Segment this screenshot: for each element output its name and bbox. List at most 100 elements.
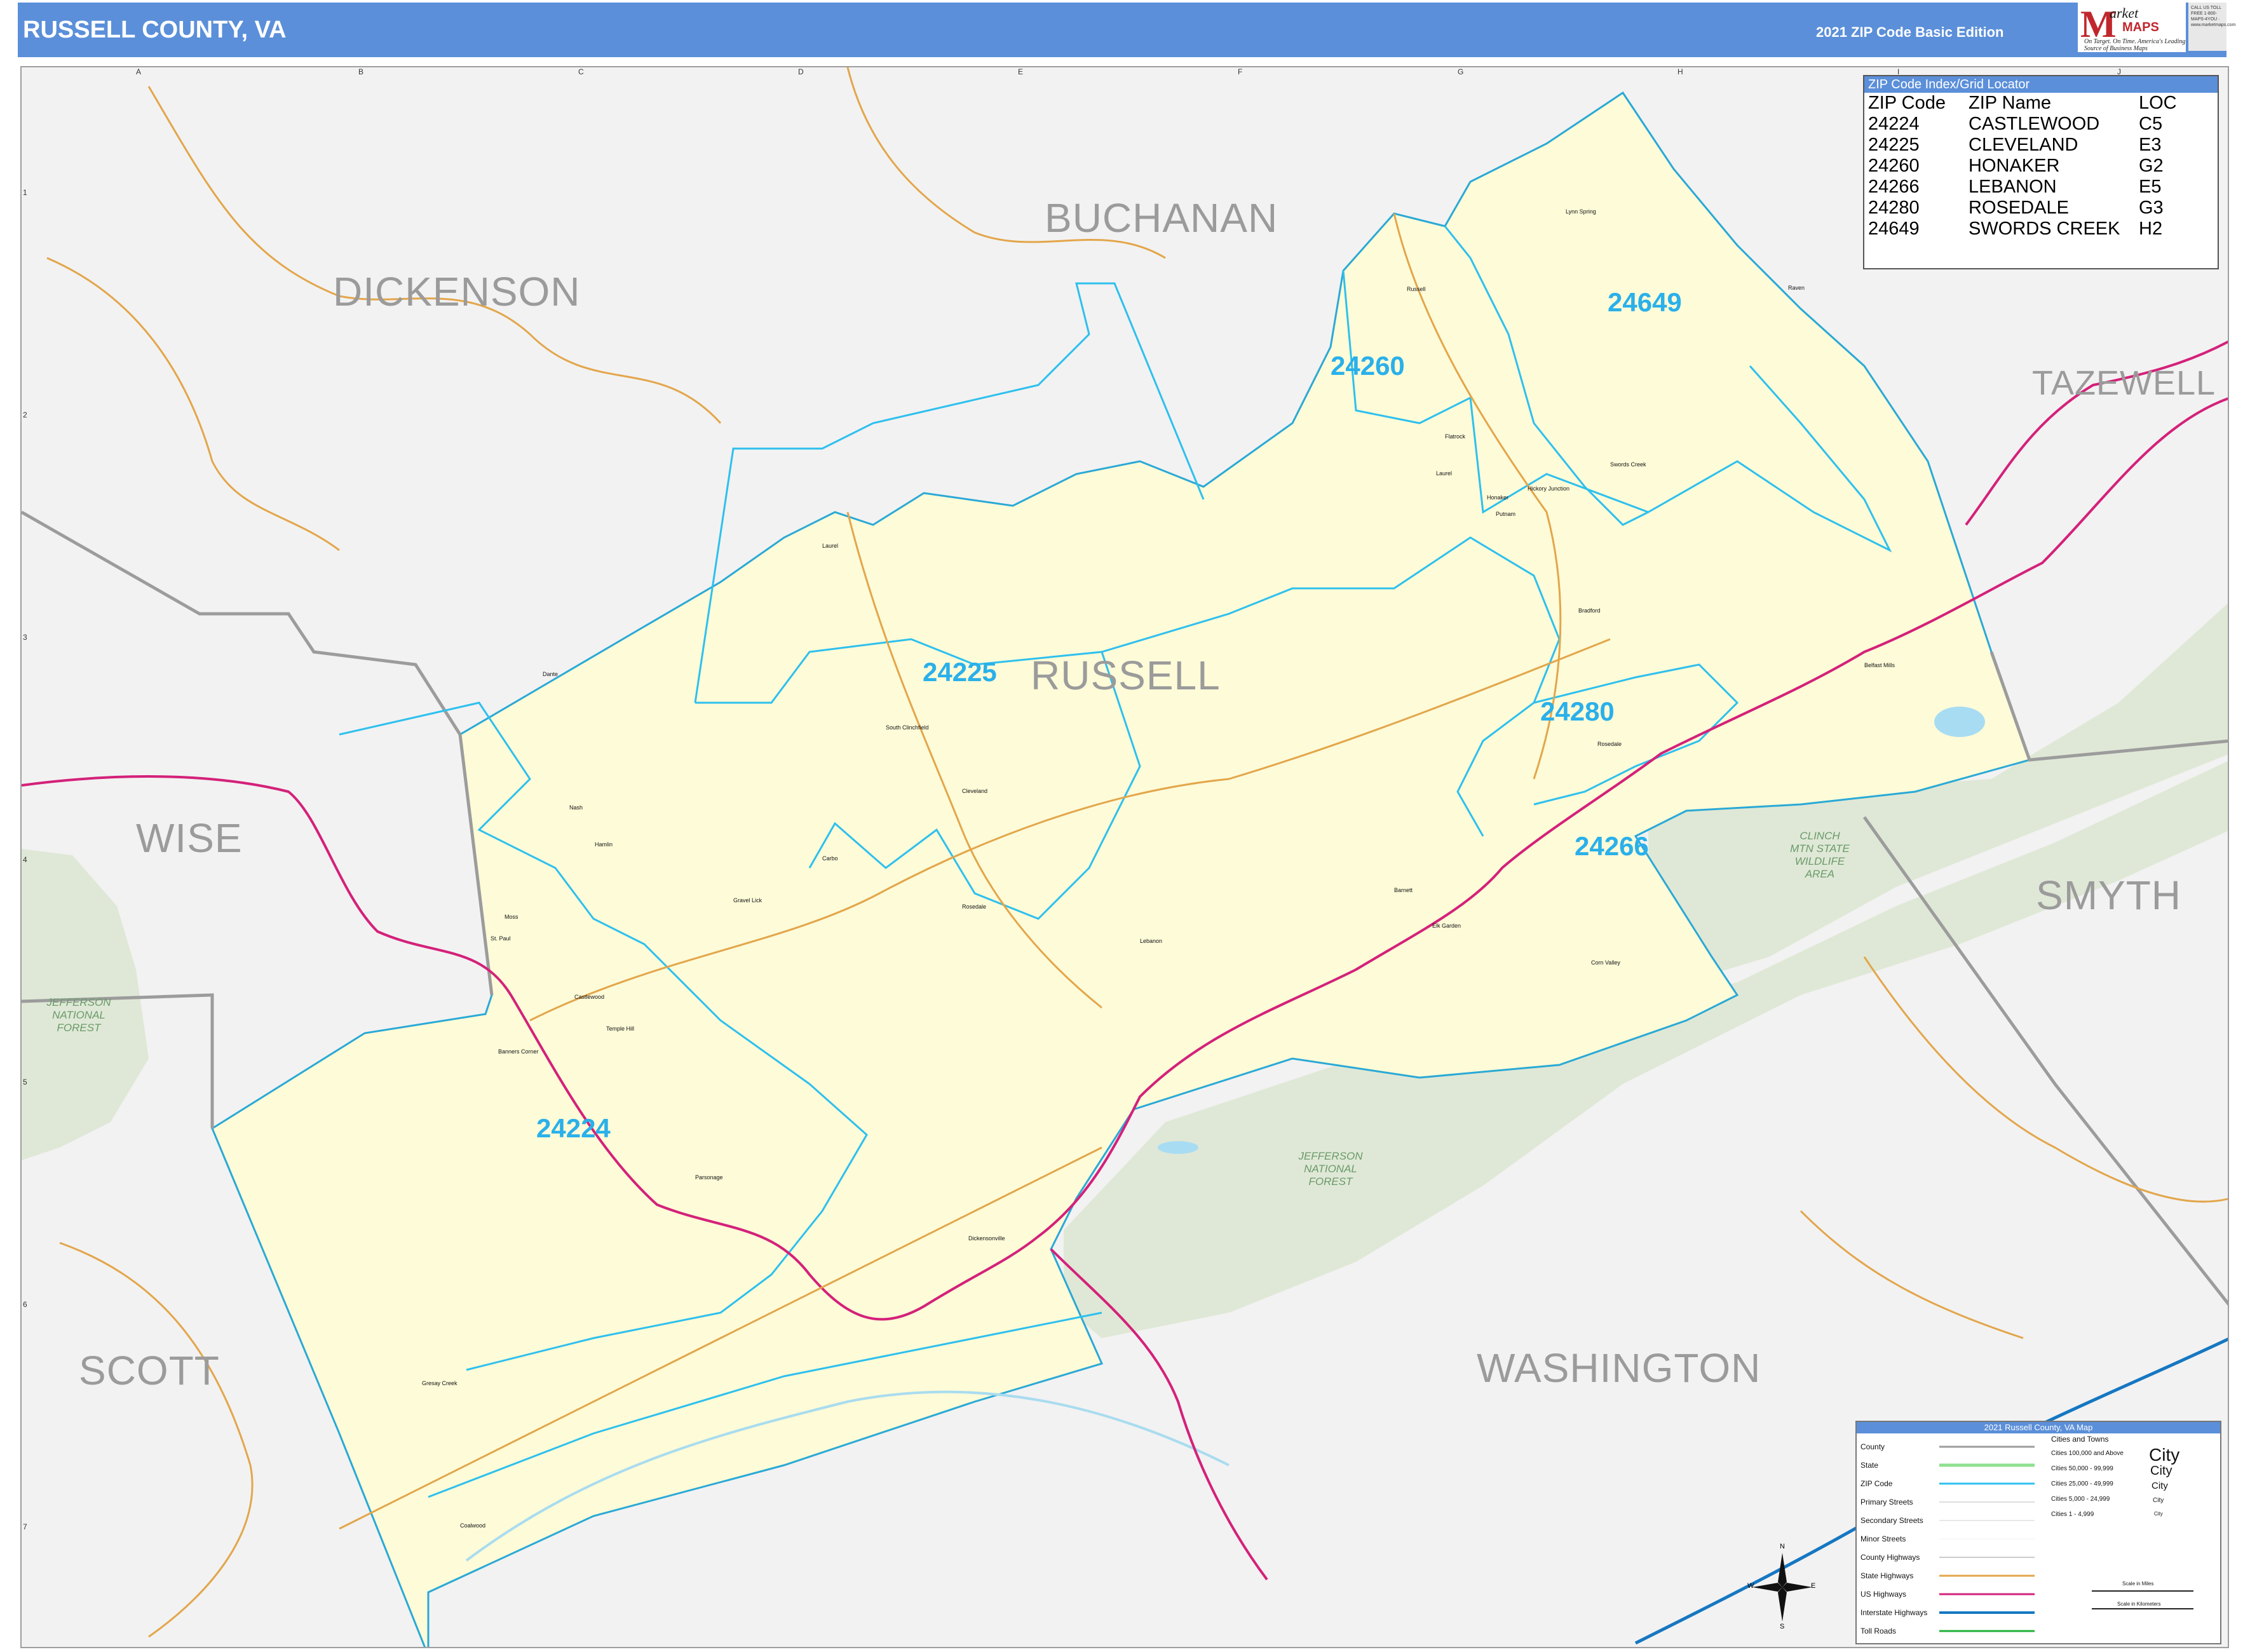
logo-word-1: arket	[2110, 5, 2139, 21]
town-label: Flatrock	[1445, 433, 1466, 440]
town-label: Castlewood	[574, 994, 605, 1000]
legend-item: US Highways	[1860, 1590, 1907, 1599]
map-header: RUSSELL COUNTY, VA 2021 ZIP Code Basic E…	[18, 3, 2226, 57]
table-row[interactable]: 24225 CLEVELAND E3	[1866, 135, 2179, 156]
compass-icon	[1752, 1553, 1812, 1622]
town-label: Cleveland	[962, 788, 988, 794]
legend-item: County Highways	[1860, 1553, 1920, 1562]
legend-swatches	[1939, 1446, 2035, 1632]
zip-label-24649: 24649	[1608, 287, 1682, 317]
county-label-russell: RUSSELL	[1031, 653, 1221, 698]
logo-word-2: MAPS	[2122, 20, 2159, 34]
compass-w: W	[1747, 1582, 1754, 1590]
legend-item: County	[1860, 1442, 1885, 1451]
market-maps-logo: M arket MAPS On Target. On Time. America…	[2078, 1, 2186, 52]
legend-item: Interstate Highways	[1860, 1608, 1928, 1617]
map-title: RUSSELL COUNTY, VA	[23, 17, 287, 43]
town-label: Banners Corner	[498, 1048, 539, 1055]
town-label: Moss	[505, 914, 518, 920]
logo-tagline: On Target. On Time. America's Leading So…	[2084, 38, 2186, 52]
grid-col-label: E	[1018, 67, 1024, 76]
legend-item: ZIP Code	[1860, 1479, 1893, 1488]
zip-code-cell: 24260	[1868, 156, 1920, 176]
forest-label-jefferson-west: JEFFERSON NATIONAL FOREST	[46, 996, 111, 1034]
town-label: Barnett	[1394, 887, 1413, 893]
compass-s: S	[1780, 1623, 1785, 1630]
zip-loc-cell: C5	[2139, 114, 2163, 134]
legend-item: Toll Roads	[1860, 1627, 1897, 1635]
town-label: Putnam	[1496, 511, 1516, 517]
map-canvas[interactable]: BUCHANAN DICKENSON TAZEWELL WISE RUSSELL…	[20, 66, 2229, 1648]
zip-name-cell: LEBANON	[1969, 177, 2057, 197]
lake	[1934, 707, 1985, 737]
legend-item: Secondary Streets	[1860, 1516, 1923, 1525]
zip-code-cell: 24266	[1868, 177, 1920, 197]
legend-city-sample: City	[2149, 1445, 2180, 1465]
grid-row-label: 4	[23, 855, 27, 864]
legend-city-sample: City	[2150, 1464, 2172, 1478]
town-label: Temple Hill	[606, 1026, 635, 1032]
zip-index-title: ZIP Code Index/Grid Locator	[1864, 76, 2218, 93]
town-label: Elk Garden	[1432, 923, 1461, 929]
legend-scale-miles: Scale in Miles	[2122, 1581, 2154, 1587]
zip-code-cell: 24649	[1868, 219, 1920, 239]
grid-col-label: H	[1677, 67, 1683, 76]
compass-e: E	[1811, 1582, 1816, 1590]
zip-code-cell: 24280	[1868, 198, 1920, 218]
zip-name-cell: CLEVELAND	[1969, 135, 2078, 155]
town-label: Coalwood	[460, 1522, 486, 1529]
zip-index-header: ZIP Name	[1969, 93, 2052, 113]
town-label: South Clinchfield	[886, 724, 929, 731]
grid-col-label: G	[1458, 67, 1464, 76]
zip-label-24280: 24280	[1540, 696, 1615, 726]
legend-title: 2021 Russell County, VA Map	[1857, 1422, 2220, 1433]
map-edition: 2021 ZIP Code Basic Edition	[1816, 24, 2004, 40]
table-row[interactable]: 24224 CASTLEWOOD C5	[1866, 114, 2179, 135]
town-label: Raven	[1788, 285, 1805, 291]
town-label: Dante	[543, 671, 559, 677]
county-label-smyth: SMYTH	[2036, 872, 2181, 918]
logo-contact: CALL US TOLL FREE 1-800-MAPS-4YOU · www.…	[2188, 3, 2235, 51]
town-label: Belfast Mills	[1864, 662, 1895, 668]
table-row[interactable]: 24649 SWORDS CREEK H2	[1866, 219, 2179, 240]
forest-label-clinch: CLINCH MTN STATE WILDLIFE AREA	[1790, 830, 1850, 880]
county-label-buchanan: BUCHANAN	[1045, 195, 1278, 241]
zip-index-header-row: ZIP Code ZIP Name LOC	[1866, 93, 2179, 114]
town-label: Swords Creek	[1610, 461, 1646, 468]
legend-cities-title: Cities and Towns	[2051, 1435, 2109, 1444]
town-label: Dickensonville	[968, 1235, 1005, 1242]
legend-city-sample: City	[2152, 1480, 2168, 1491]
town-label: Gravel Lick	[733, 897, 762, 904]
town-label: Nash	[569, 804, 583, 811]
zip-name-cell: ROSEDALE	[1969, 198, 2069, 218]
grid-row-label: 5	[23, 1078, 27, 1087]
table-row[interactable]: 24280 ROSEDALE G3	[1866, 198, 2179, 219]
town-label: Corn Valley	[1591, 959, 1620, 966]
compass-rose: N S E W	[1747, 1543, 1817, 1632]
legend-city-class: Cities 25,000 - 49,999	[2051, 1480, 2113, 1487]
grid-col-label: A	[136, 67, 142, 76]
legend-item: Primary Streets	[1860, 1498, 1913, 1506]
legend-item: State Highways	[1860, 1571, 1914, 1580]
zip-label-24260: 24260	[1331, 351, 1405, 381]
legend-city-class: Cities 100,000 and Above	[2051, 1450, 2124, 1457]
town-label: Bradford	[1578, 607, 1601, 614]
legend-city-class: Cities 5,000 - 24,999	[2051, 1496, 2110, 1503]
zip-code-cell: 24224	[1868, 114, 1920, 134]
zip-loc-cell: E3	[2139, 135, 2162, 155]
town-label: Hickory Junction	[1528, 485, 1570, 492]
zip-index-header: LOC	[2139, 93, 2177, 113]
table-row[interactable]: 24266 LEBANON E5	[1866, 177, 2179, 198]
county-label-washington: WASHINGTON	[1477, 1345, 1761, 1391]
county-label-tazewell: TAZEWELL	[2032, 364, 2216, 402]
lake	[1158, 1141, 1198, 1154]
grid-row-label: 2	[23, 410, 27, 419]
town-label: Russell	[1407, 286, 1426, 292]
town-label: Lebanon	[1140, 938, 1163, 944]
zip-loc-cell: G2	[2139, 156, 2164, 176]
town-label: Parsonage	[695, 1174, 723, 1181]
table-row[interactable]: 24260 HONAKER G2	[1866, 156, 2179, 177]
county-label-dickenson: DICKENSON	[333, 269, 581, 315]
zip-name-cell: SWORDS CREEK	[1969, 219, 2120, 239]
grid-col-label: B	[358, 67, 364, 76]
